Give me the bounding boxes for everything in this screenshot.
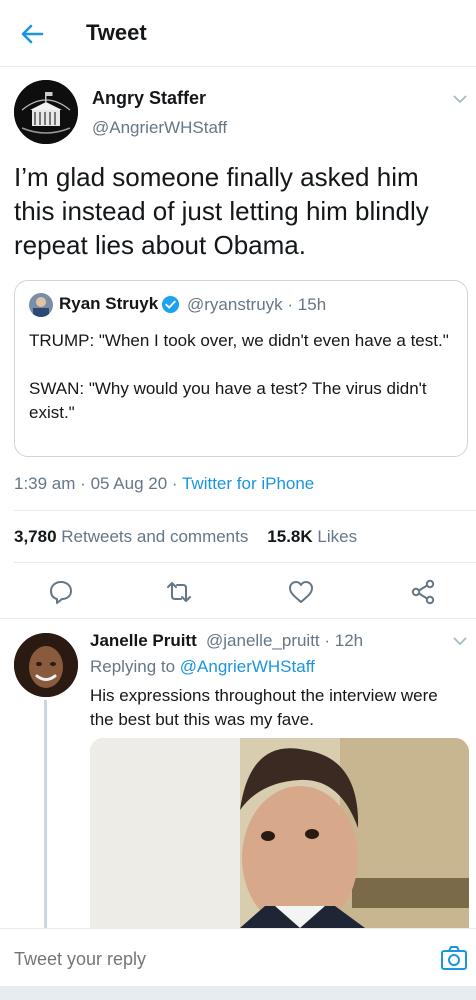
chevron-down-icon[interactable]: [452, 636, 468, 646]
replying-to: Replying to @AngrierWHStaff: [90, 657, 315, 677]
meta-separator: ·: [171, 474, 178, 493]
divider: [0, 66, 476, 67]
author-avatar[interactable]: [14, 80, 78, 144]
divider: [14, 562, 476, 563]
author-handle[interactable]: @AngrierWHStaff: [92, 118, 227, 138]
quoted-author-avatar: [29, 293, 53, 317]
tweet-actions: [0, 574, 476, 610]
reply-compose-bar: [0, 928, 476, 986]
reply-text: His expressions throughout the interview…: [90, 686, 438, 729]
author-name[interactable]: Angry Staffer: [92, 88, 206, 109]
reply-author-meta: @janelle_pruitt · 12h: [206, 631, 363, 651]
quoted-author-name: Ryan Struyk: [59, 294, 159, 313]
quoted-author-meta: @ryanstruyk · 15h: [187, 295, 326, 315]
quoted-time: · 15h: [287, 295, 327, 314]
replying-to-label: Replying to: [90, 657, 176, 676]
back-arrow-icon[interactable]: [18, 20, 46, 48]
quoted-author-handle: @ryanstruyk: [187, 295, 283, 314]
reply-icon[interactable]: [47, 578, 75, 606]
retweets-label: Retweets and comments: [61, 527, 249, 546]
reply-author-handle[interactable]: @janelle_pruitt: [206, 631, 320, 650]
share-icon[interactable]: [409, 578, 437, 606]
top-bar: Tweet: [0, 0, 476, 66]
quoted-line-2: SWAN: "Why would you have a test? The vi…: [29, 379, 427, 422]
white-house-logo: [14, 80, 78, 144]
tweet-stats: 3,780 Retweets and comments 15.8K Likes: [14, 527, 357, 547]
reply-author-avatar[interactable]: [14, 633, 78, 697]
verified-badge-icon: [161, 295, 180, 314]
likes-label: Likes: [317, 527, 358, 546]
retweets-stat[interactable]: 3,780 Retweets and comments: [14, 527, 248, 546]
replying-to-link[interactable]: @AngrierWHStaff: [180, 657, 315, 676]
quoted-line-1: TRUMP: "When I took over, we didn't even…: [29, 331, 449, 350]
quoted-text: TRUMP: "When I took over, we didn't even…: [29, 329, 449, 425]
reply-media-image[interactable]: [90, 738, 469, 928]
tweet-text: I’m glad someone finally asked him this …: [14, 162, 429, 260]
tweet-time: 1:39 am: [14, 474, 76, 493]
reply-time: · 12h: [324, 631, 364, 650]
divider: [14, 510, 476, 511]
chevron-down-icon[interactable]: [452, 94, 468, 104]
tweet-date: 05 Aug 20: [90, 474, 168, 493]
tweet-source-link[interactable]: Twitter for iPhone: [182, 474, 314, 493]
likes-stat[interactable]: 15.8K Likes: [267, 527, 357, 546]
heart-icon[interactable]: [287, 578, 315, 606]
bottom-strip: [0, 986, 476, 1000]
camera-icon[interactable]: [440, 945, 468, 971]
page-title: Tweet: [86, 20, 147, 45]
divider: [0, 618, 476, 619]
retweet-icon[interactable]: [165, 578, 193, 606]
tweet-meta: 1:39 am · 05 Aug 20 · Twitter for iPhone: [14, 474, 314, 494]
reply-author-name[interactable]: Janelle Pruitt: [90, 631, 197, 651]
meta-separator: ·: [80, 474, 86, 493]
thread-line: [44, 700, 47, 928]
quoted-tweet[interactable]: Ryan Struyk @ryanstruyk · 15h TRUMP: "Wh…: [14, 280, 468, 457]
retweets-count: 3,780: [14, 527, 57, 546]
likes-count: 15.8K: [267, 527, 313, 546]
reply-input[interactable]: [14, 949, 414, 970]
